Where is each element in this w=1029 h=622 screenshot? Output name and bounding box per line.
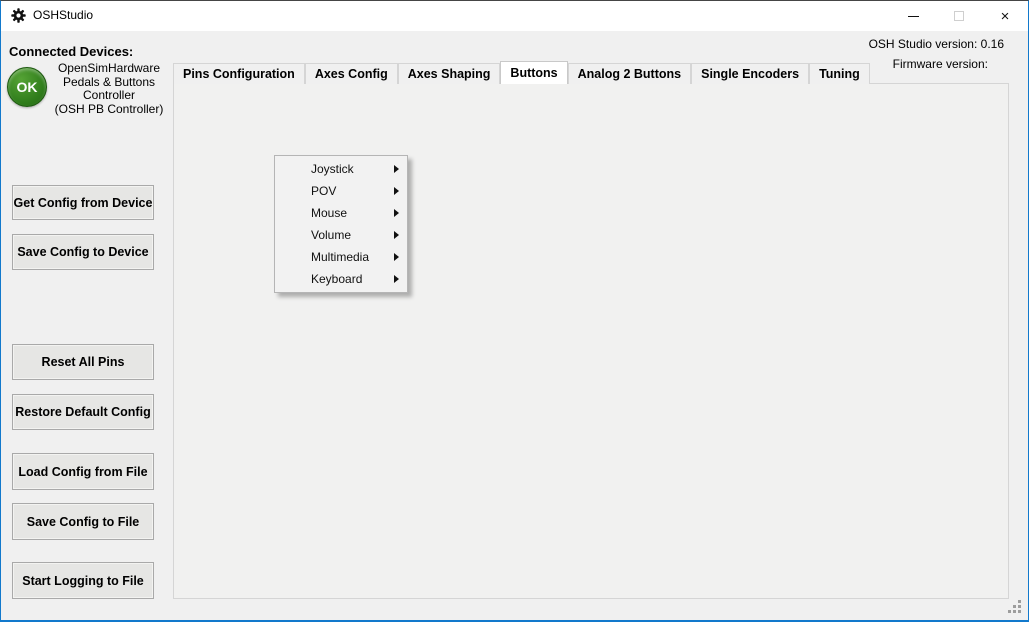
- menu-item-multimedia[interactable]: Multimedia: [275, 246, 407, 268]
- window-title: OSHStudio: [33, 8, 93, 22]
- menu-item-pov[interactable]: POV: [275, 180, 407, 202]
- menu-item-volume[interactable]: Volume: [275, 224, 407, 246]
- minimize-button[interactable]: [890, 1, 936, 31]
- resize-grip-icon[interactable]: [1018, 610, 1021, 613]
- load-config-from-file-button[interactable]: Load Config from File: [12, 453, 154, 490]
- menu-item-label: Volume: [311, 228, 351, 242]
- firmware-version-label: Firmware version:: [869, 54, 1004, 74]
- minimize-icon: [908, 16, 919, 17]
- sidebar-buttons: Get Config from Device Save Config to Dev…: [1, 31, 173, 622]
- menu-item-joystick[interactable]: Joystick: [275, 158, 407, 180]
- app-window: OSHStudio × OSH Studio version: 0.16 Fir…: [0, 0, 1029, 622]
- restore-default-config-button[interactable]: Restore Default Config: [12, 394, 154, 430]
- menu-item-label: Multimedia: [311, 250, 369, 264]
- maximize-icon: [954, 11, 964, 21]
- start-logging-to-file-button[interactable]: Start Logging to File: [12, 562, 154, 599]
- version-info: OSH Studio version: 0.16 Firmware versio…: [869, 34, 1004, 74]
- button-function-context-menu: Joystick POV Mouse Volume Multimedia Keyboard: [274, 155, 408, 293]
- sidebar: Connected Devices: OK OpenSimHardwarePed…: [1, 31, 173, 622]
- maximize-button: [936, 1, 982, 31]
- menu-item-label: Joystick: [311, 162, 354, 176]
- tab-tuning[interactable]: Tuning: [809, 63, 870, 84]
- studio-version-label: OSH Studio version: 0.16: [869, 34, 1004, 54]
- submenu-arrow-icon: [394, 231, 399, 239]
- close-icon: ×: [1001, 8, 1010, 25]
- tab-single-encoders[interactable]: Single Encoders: [691, 63, 809, 84]
- submenu-arrow-icon: [394, 165, 399, 173]
- submenu-arrow-icon: [394, 209, 399, 217]
- submenu-arrow-icon: [394, 275, 399, 283]
- reset-all-pins-button[interactable]: Reset All Pins: [12, 344, 154, 380]
- get-config-from-device-button[interactable]: Get Config from Device: [12, 185, 154, 220]
- menu-item-label: Keyboard: [311, 272, 362, 286]
- tab-buttons[interactable]: Buttons: [500, 61, 567, 84]
- tab-analog-2-buttons[interactable]: Analog 2 Buttons: [568, 63, 691, 84]
- menu-item-label: Mouse: [311, 206, 347, 220]
- save-config-to-device-button[interactable]: Save Config to Device: [12, 234, 154, 270]
- save-config-to-file-button[interactable]: Save Config to File: [12, 503, 154, 540]
- close-button[interactable]: ×: [982, 1, 1028, 31]
- menu-item-label: POV: [311, 184, 336, 198]
- submenu-arrow-icon: [394, 253, 399, 261]
- tab-axes-shaping[interactable]: Axes Shaping: [398, 63, 501, 84]
- title-bar[interactable]: OSHStudio ×: [1, 1, 1028, 31]
- tab-axes-config[interactable]: Axes Config: [305, 63, 398, 84]
- tab-strip: Pins ConfigurationAxes ConfigAxes Shapin…: [173, 61, 870, 84]
- menu-item-keyboard[interactable]: Keyboard: [275, 268, 407, 290]
- submenu-arrow-icon: [394, 187, 399, 195]
- menu-item-mouse[interactable]: Mouse: [275, 202, 407, 224]
- tab-pins-configuration[interactable]: Pins Configuration: [173, 63, 305, 84]
- gear-icon: [11, 8, 26, 23]
